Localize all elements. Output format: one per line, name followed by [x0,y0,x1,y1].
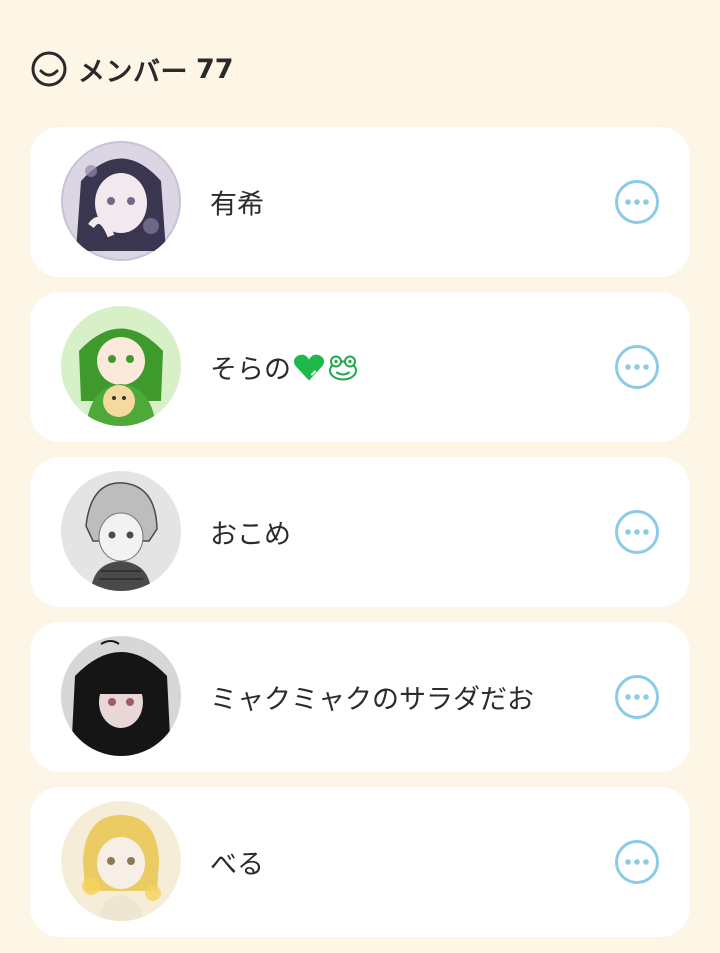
smile-icon [30,50,68,88]
member-name: 有希 [210,189,264,221]
avatar[interactable] [61,636,181,756]
member-card[interactable]: べる [30,787,690,937]
more-options-button[interactable] [614,839,660,885]
frog-icon [327,353,359,381]
avatar[interactable] [61,306,181,426]
members-header: メンバー 77 [30,48,234,90]
member-card[interactable]: おこめ [30,457,690,607]
more-options-button[interactable] [614,509,660,555]
more-horizontal-circle-icon [615,510,659,554]
more-horizontal-circle-icon [615,675,659,719]
more-options-button[interactable] [614,674,660,720]
more-options-button[interactable] [614,179,660,225]
member-name: そらの [210,348,359,387]
members-count: 77 [196,53,234,85]
member-list: 有希 そらの おこめ ミャクミャクのサラダだお べる [30,127,690,952]
member-name: おこめ [210,519,291,551]
members-title: メンバー [78,56,188,88]
member-name: ミャクミャクのサラダだお [210,684,534,716]
member-card[interactable]: そらの [30,292,690,442]
avatar[interactable] [61,141,181,261]
avatar[interactable] [61,801,181,921]
more-options-button[interactable] [614,344,660,390]
member-card[interactable]: ミャクミャクのサラダだお [30,622,690,772]
member-name: べる [210,849,264,881]
more-horizontal-circle-icon [615,180,659,224]
more-horizontal-circle-icon [615,840,659,884]
avatar[interactable] [61,471,181,591]
green-heart-icon [293,352,325,382]
member-card[interactable]: 有希 [30,127,690,277]
more-horizontal-circle-icon [615,345,659,389]
